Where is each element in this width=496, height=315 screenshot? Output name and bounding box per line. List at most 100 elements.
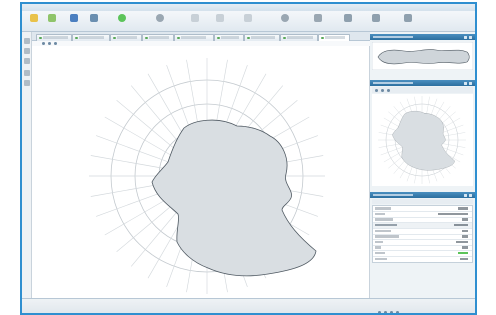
document-tab[interactable] <box>244 34 280 41</box>
toolbar-label <box>111 24 133 28</box>
document-tab[interactable] <box>280 34 318 41</box>
toolbar-button-5[interactable] <box>114 13 130 29</box>
document-tab[interactable] <box>174 34 214 41</box>
preview-panel-title <box>373 82 413 84</box>
property-key <box>375 229 391 233</box>
menu-item[interactable] <box>118 5 130 10</box>
toolbar-label <box>365 24 387 28</box>
pan-tool-icon[interactable] <box>24 48 30 54</box>
preview-fit-icon[interactable] <box>381 88 384 92</box>
measure-tool-icon[interactable] <box>24 80 30 86</box>
toolbar-label <box>337 24 359 28</box>
property-value <box>438 212 468 216</box>
property-value <box>462 218 468 221</box>
toolbar-label <box>41 24 63 28</box>
menu-item[interactable] <box>74 5 94 10</box>
toolbar-button-1[interactable] <box>26 13 42 29</box>
toolbar-button-9[interactable] <box>240 13 256 29</box>
overview-panel-title <box>373 36 413 38</box>
close-icon[interactable] <box>469 35 472 39</box>
drawing-canvas[interactable] <box>32 46 370 298</box>
pin-icon[interactable] <box>464 193 467 197</box>
tab-status-icon <box>39 36 42 39</box>
left-tool-strip <box>22 32 32 298</box>
edit-icon <box>344 14 352 22</box>
toolbar-button-14[interactable] <box>394 13 422 29</box>
fit-view-icon[interactable] <box>54 42 57 45</box>
document-tab[interactable] <box>214 34 244 41</box>
close-icon[interactable] <box>469 193 472 197</box>
toolbar-label <box>209 24 231 28</box>
tab-status-icon <box>321 36 324 39</box>
toolbar-button-6[interactable] <box>152 13 168 29</box>
property-value <box>460 257 468 261</box>
tab-status-icon <box>145 36 148 39</box>
document-tab[interactable] <box>110 34 142 41</box>
preview-zoom-icon[interactable] <box>375 88 378 92</box>
overview-shape <box>377 49 470 65</box>
property-value <box>462 235 468 238</box>
document-tab-active[interactable] <box>318 34 350 41</box>
property-key <box>375 240 383 244</box>
tab-status-icon <box>177 36 180 39</box>
property-value <box>462 229 468 233</box>
toolbar-button-10[interactable] <box>277 13 293 29</box>
menu-item[interactable] <box>58 5 70 10</box>
toolbar-button-11[interactable] <box>310 13 326 29</box>
preview-rotate-icon[interactable] <box>387 88 390 92</box>
zoom-in-icon[interactable] <box>42 42 45 45</box>
toolbar-button-12[interactable] <box>340 13 356 29</box>
wand-icon <box>372 14 380 22</box>
toolbar-label <box>184 24 206 28</box>
edit-tool-icon[interactable] <box>24 70 30 76</box>
property-row[interactable] <box>373 256 472 261</box>
menu-item[interactable] <box>134 5 164 10</box>
document-tab-bar <box>32 32 370 41</box>
status-icon[interactable] <box>390 311 393 313</box>
undo-icon <box>191 14 199 22</box>
right-side-panel <box>370 32 475 313</box>
menu-item[interactable] <box>168 5 178 10</box>
pin-icon[interactable] <box>464 81 467 85</box>
select-tool-icon[interactable] <box>24 38 30 44</box>
toolbar-button-3[interactable] <box>66 13 82 29</box>
property-value <box>462 246 468 249</box>
toolbar-button-8[interactable] <box>212 13 228 29</box>
overview-panel-header <box>370 34 475 40</box>
toolbar-label <box>83 24 105 28</box>
toolbar-button-7[interactable] <box>187 13 203 29</box>
tab-status-icon <box>283 36 286 39</box>
properties-toolbar <box>372 199 473 204</box>
menu-item[interactable] <box>25 5 33 10</box>
tab-label <box>43 36 68 39</box>
pin-icon[interactable] <box>464 35 467 39</box>
status-bar <box>22 298 475 313</box>
tab-status-icon <box>247 36 250 39</box>
checkmark-icon <box>118 14 126 22</box>
zoom-tool-icon[interactable] <box>24 58 30 64</box>
document-tab[interactable] <box>142 34 174 41</box>
toolbar-button-4[interactable] <box>86 13 102 29</box>
preview-panel-header <box>370 80 475 86</box>
tab-label <box>221 36 239 39</box>
gear-icon <box>156 14 164 22</box>
tab-status-icon <box>113 36 116 39</box>
toolbar-button-13[interactable] <box>368 13 384 29</box>
menu-item[interactable] <box>36 5 54 10</box>
menu-item[interactable] <box>98 5 114 10</box>
pencil-icon <box>48 14 56 22</box>
document-tab[interactable] <box>36 34 72 41</box>
overview-thumbnail[interactable] <box>372 42 473 70</box>
status-icon[interactable] <box>378 311 381 313</box>
toolbar <box>22 11 475 32</box>
close-icon[interactable] <box>469 81 472 85</box>
sole-outline-shape[interactable] <box>151 119 317 277</box>
zoom-out-icon[interactable] <box>48 42 51 45</box>
status-icon[interactable] <box>384 311 387 313</box>
tab-label <box>117 36 137 39</box>
status-icon[interactable] <box>396 311 399 313</box>
printer-icon <box>90 14 98 22</box>
toolbar-button-2[interactable] <box>44 13 60 29</box>
preview-polar-view[interactable] <box>372 94 473 186</box>
document-tab[interactable] <box>72 34 110 41</box>
